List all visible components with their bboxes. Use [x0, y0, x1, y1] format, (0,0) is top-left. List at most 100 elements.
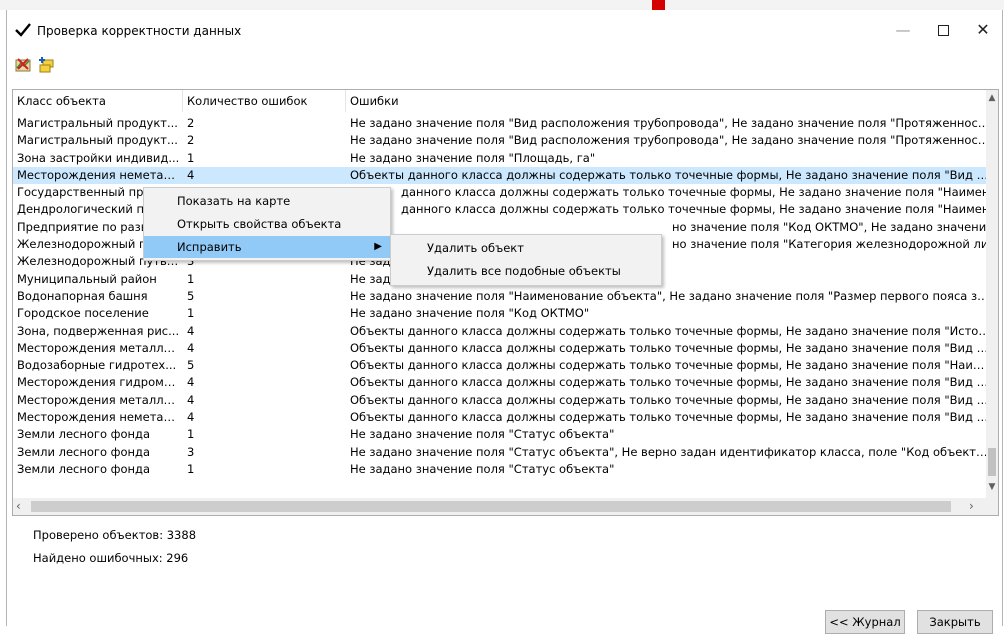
cell-count: 3 — [187, 444, 195, 459]
maximize-icon — [937, 25, 949, 36]
data-check-dialog: Проверка корректности данных — ✕ Класс о… — [6, 10, 1003, 634]
cell-errors: Объекты данного класса должны содержать … — [350, 392, 991, 407]
cell-count: 4 — [187, 323, 195, 338]
cell-count: 1 — [187, 150, 195, 165]
table-row[interactable]: Магистральный продукт... 2 Не задано значе… — [13, 115, 998, 132]
scroll-right-icon[interactable]: › — [969, 499, 974, 513]
background-red-marker — [652, 0, 665, 10]
vertical-scroll-thumb[interactable] — [988, 448, 996, 476]
cell-errors: Не задано значение поля "Вид расположени… — [350, 116, 991, 130]
menu-item-show-on-map[interactable]: Показать на карте — [144, 190, 390, 212]
cell-errors: Не задано значение поля "Статус объекта"… — [350, 444, 991, 459]
fix-submenu: Удалить объект Удалить все подобные объе… — [390, 234, 662, 286]
table-header: Класс объекта Количество ошибок Ошибки — [13, 90, 998, 112]
menu-item-fix[interactable]: Исправить ▶ — [144, 236, 390, 258]
vertical-scrollbar[interactable]: ▲ ▼ — [986, 90, 998, 515]
cell-count: 1 — [187, 461, 195, 476]
add-layer-icon[interactable] — [37, 56, 55, 74]
cell-class: Зона застройки индивид... — [17, 150, 180, 165]
table-row[interactable]: Земли лесного фонда 1 Не задано значение п… — [13, 461, 998, 478]
cell-class: Водозаборные гидротех... — [17, 358, 177, 373]
scroll-down-icon[interactable]: ▼ — [986, 482, 998, 492]
cell-class: Земли лесного фонда — [17, 461, 151, 476]
column-header-count[interactable]: Количество ошибок — [183, 90, 346, 112]
cell-errors: но значение поля "Категория железнодорож… — [672, 237, 999, 252]
map-error-icon[interactable] — [15, 56, 33, 74]
cell-class: Муниципальный район — [17, 271, 157, 286]
context-menu: Показать на карте Открыть свойства объек… — [143, 187, 391, 261]
table-row[interactable]: Магистральный продукт... 2 Не задано значе… — [13, 132, 998, 149]
table-row[interactable]: Месторождения гидроми... 4 Объекты данного… — [13, 374, 998, 391]
maximize-button[interactable] — [923, 18, 963, 44]
cell-count: 4 — [187, 392, 195, 407]
column-header-class[interactable]: Класс объекта — [13, 90, 183, 112]
cell-count: 4 — [187, 340, 195, 355]
checked-objects-count: Проверено объектов: 3388 — [33, 528, 197, 542]
table-row[interactable]: Городское поселение 1 Не задано значение п… — [13, 305, 998, 322]
table-row[interactable]: Месторождения металли... 4 Объекты данного… — [13, 392, 998, 409]
cell-class: Месторождения металли... — [17, 392, 181, 407]
table-body: Магистральный продукт... 2 Не задано значе… — [13, 115, 998, 478]
menu-item-open-properties[interactable]: Открыть свойства объекта — [144, 213, 390, 235]
cell-errors: Объекты данного класса должны содержать … — [350, 410, 991, 425]
cell-count: 5 — [187, 288, 195, 303]
table-row[interactable]: Земли лесного фонда 3 Не задано значение п… — [13, 444, 998, 461]
cell-errors: Объекты данного класса должны содержать … — [350, 323, 991, 338]
cell-class: Зона, подверженная рис... — [17, 323, 180, 338]
menu-item-delete-all-similar[interactable]: Удалить все подобные объекты — [391, 260, 661, 282]
cell-class: Месторождения неметал... — [17, 167, 181, 182]
cell-errors: Не задано значение поля "Наименование об… — [350, 288, 991, 303]
cell-errors: Не задано значение поля "Вид расположени… — [350, 133, 991, 148]
close-button[interactable]: Закрыть — [917, 610, 993, 634]
cell-count: 5 — [187, 358, 195, 373]
cell-errors: Не задано значение поля "Код ОКТМО" — [350, 306, 590, 321]
table-row[interactable]: Месторождения металли... 4 Объекты данного… — [13, 340, 998, 357]
cell-count: 4 — [187, 375, 195, 390]
errors-table: Класс объекта Количество ошибок Ошибки М… — [12, 89, 999, 516]
cell-class: Месторождения гидроми... — [17, 375, 181, 390]
cell-errors: данного класса должны содержать только т… — [401, 202, 999, 217]
cell-errors: Не задано значение поля "Площадь, га" — [350, 150, 596, 165]
cell-errors: данного класса должны содержать только т… — [401, 185, 999, 200]
title-bar: Проверка корректности данных — ✕ — [7, 10, 1002, 50]
menu-item-delete-object[interactable]: Удалить объект — [391, 237, 661, 259]
cell-class: Городское поселение — [17, 306, 149, 321]
erroneous-objects-count: Найдено ошибочных: 296 — [33, 551, 189, 565]
table-row[interactable]: Зона застройки индивид... 1 Не задано знач… — [13, 150, 998, 167]
cell-count: 1 — [187, 271, 195, 286]
submenu-arrow-icon: ▶ — [374, 241, 382, 252]
cell-errors: Объекты данного класса должны содержать … — [350, 167, 991, 182]
background-window-strip — [0, 0, 1004, 10]
cell-class: Месторождения неметал... — [17, 410, 181, 425]
table-row[interactable]: Зона, подверженная рис... 4 Объекты данног… — [13, 323, 998, 340]
close-window-button[interactable]: ✕ — [963, 18, 1003, 44]
cell-class: Водонапорная башня — [17, 288, 148, 303]
horizontal-scroll-thumb[interactable] — [31, 501, 951, 512]
cell-errors: Объекты данного класса должны содержать … — [350, 358, 991, 373]
scroll-up-icon[interactable]: ▲ — [986, 93, 998, 103]
table-row[interactable]: Земли лесного фонда 1 Не задано значение п… — [13, 426, 998, 443]
journal-button[interactable]: << Журнал — [825, 610, 905, 634]
cell-count: 1 — [187, 306, 195, 321]
horizontal-scrollbar[interactable]: ‹ › — [13, 498, 988, 515]
cell-errors: Не задано значение поля "Статус объекта" — [350, 461, 615, 476]
cell-count: 1 — [187, 427, 195, 442]
column-header-errors[interactable]: Ошибки — [346, 90, 986, 112]
cell-class: Земли лесного фонда — [17, 444, 151, 459]
cell-class: Земли лесного фонда — [17, 427, 151, 442]
scroll-left-icon[interactable]: ‹ — [16, 499, 21, 513]
window-title: Проверка корректности данных — [37, 24, 242, 38]
cell-errors: Объекты данного класса должны содержать … — [350, 375, 991, 390]
table-row[interactable]: Водонапорная башня 5 Не задано значение по… — [13, 288, 998, 305]
cell-count: 4 — [187, 167, 195, 182]
table-row[interactable]: Водозаборные гидротех... 5 Объекты данного… — [13, 357, 998, 374]
cell-errors: Не задано значение поля "Статус объекта" — [350, 427, 615, 442]
cell-count: 4 — [187, 410, 195, 425]
cell-errors: но значение поля "Код ОКТМО", Не задано … — [672, 219, 999, 234]
minimize-button[interactable]: — — [883, 18, 923, 44]
cell-errors: Объекты данного класса должны содержать … — [350, 340, 991, 355]
table-row-selected[interactable]: Месторождения неметал... 4 Объекты данного… — [13, 166, 998, 185]
cell-class: Магистральный продукт... — [17, 116, 178, 130]
table-row[interactable]: Месторождения неметал... 4 Объекты данного… — [13, 409, 998, 426]
cell-class: Магистральный продукт... — [17, 133, 178, 148]
